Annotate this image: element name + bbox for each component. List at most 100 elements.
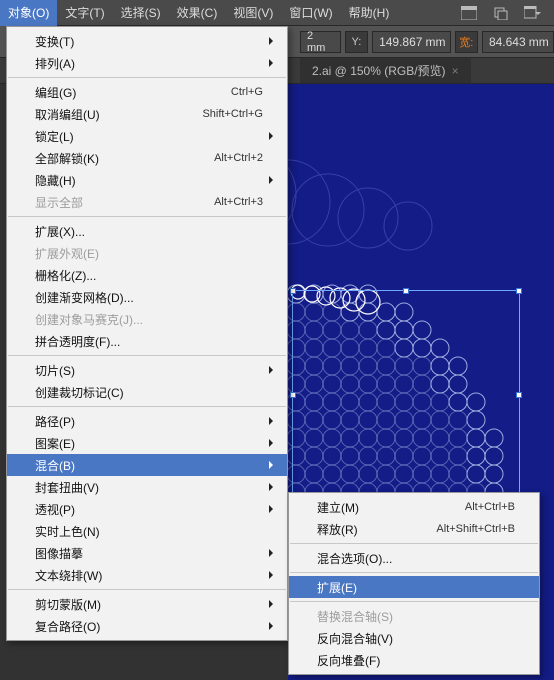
- menu-item-label: 图像描摹: [35, 545, 83, 562]
- menu-text[interactable]: 文字(T): [57, 0, 112, 26]
- menu-item-label: 隐藏(H): [35, 172, 76, 189]
- handle-tr[interactable]: [516, 288, 522, 294]
- tab-close-icon[interactable]: ×: [452, 64, 459, 78]
- menu-item-label: 扩展(E): [317, 579, 357, 596]
- blend-item-7: 替换混合轴(S): [289, 605, 539, 627]
- menu-item-label: 剪切蒙版(M): [35, 596, 101, 613]
- menu-item-label: 编组(G): [35, 84, 76, 101]
- object-item-8: 显示全部Alt+Ctrl+3: [7, 191, 287, 213]
- menu-item-label: 拼合透明度(F)...: [35, 333, 120, 350]
- menu-separator: [8, 216, 286, 217]
- blend-item-3[interactable]: 混合选项(O)...: [289, 547, 539, 569]
- object-item-1[interactable]: 排列(A): [7, 52, 287, 74]
- object-item-6[interactable]: 全部解锁(K) Alt+Ctrl+2: [7, 147, 287, 169]
- menu-item-label: 全部解锁(K): [35, 150, 99, 167]
- object-item-20[interactable]: 路径(P): [7, 410, 287, 432]
- object-item-30[interactable]: 复合路径(O): [7, 615, 287, 637]
- object-item-26[interactable]: 图像描摹: [7, 542, 287, 564]
- object-item-25[interactable]: 实时上色(N): [7, 520, 287, 542]
- menu-item-label: 取消编组(U): [35, 106, 100, 123]
- object-item-10[interactable]: 扩展(X)...: [7, 220, 287, 242]
- dropdown-icon[interactable]: [524, 4, 542, 22]
- menu-item-label: 扩展外观(E): [35, 245, 99, 262]
- menu-view[interactable]: 视图(V): [225, 0, 281, 26]
- object-item-29[interactable]: 剪切蒙版(M): [7, 593, 287, 615]
- tab-title: 2.ai @ 150% (RGB/预览): [312, 62, 446, 79]
- menu-item-label: 封套扭曲(V): [35, 479, 99, 496]
- object-item-3[interactable]: 编组(G) Ctrl+G: [7, 81, 287, 103]
- handle-mr[interactable]: [516, 392, 522, 398]
- menu-shortcut: Alt+Ctrl+B: [465, 501, 515, 513]
- object-item-12[interactable]: 栅格化(Z)...: [7, 264, 287, 286]
- object-item-22[interactable]: 混合(B): [7, 454, 287, 476]
- selection-bounds: [292, 290, 520, 500]
- blend-item-5[interactable]: 扩展(E): [289, 576, 539, 598]
- menu-item-label: 创建裁切标记(C): [35, 384, 124, 401]
- menu-separator: [8, 77, 286, 78]
- object-item-18[interactable]: 创建裁切标记(C): [7, 381, 287, 403]
- menu-shortcut: Alt+Ctrl+3: [214, 196, 263, 208]
- menu-shortcut: Ctrl+G: [231, 86, 263, 98]
- menu-select[interactable]: 选择(S): [113, 0, 169, 26]
- object-item-21[interactable]: 图案(E): [7, 432, 287, 454]
- menu-separator: [8, 355, 286, 356]
- menu-item-label: 复合路径(O): [35, 618, 100, 635]
- menu-item-label: 替换混合轴(S): [317, 608, 393, 625]
- menu-item-label: 扩展(X)...: [35, 223, 85, 240]
- menu-window[interactable]: 窗口(W): [281, 0, 340, 26]
- menu-item-label: 排列(A): [35, 55, 75, 72]
- stacked-icon[interactable]: [492, 4, 510, 22]
- object-item-17[interactable]: 切片(S): [7, 359, 287, 381]
- blend-item-0[interactable]: 建立(M) Alt+Ctrl+B: [289, 496, 539, 518]
- blend-submenu: 建立(M) Alt+Ctrl+B 释放(R) Alt+Shift+Ctrl+B 混合选项…: [288, 492, 540, 675]
- menu-item-label: 锁定(L): [35, 128, 74, 145]
- object-item-5[interactable]: 锁定(L): [7, 125, 287, 147]
- object-item-23[interactable]: 封套扭曲(V): [7, 476, 287, 498]
- menu-item-label: 变换(T): [35, 33, 74, 50]
- menu-item-label: 释放(R): [317, 521, 358, 538]
- menubar: 对象(O) 文字(T) 选择(S) 效果(C) 视图(V) 窗口(W) 帮助(H…: [0, 0, 554, 26]
- object-item-4[interactable]: 取消编组(U)Shift+Ctrl+G: [7, 103, 287, 125]
- menu-shortcut: Alt+Ctrl+2: [214, 152, 263, 164]
- w-value-field[interactable]: 84.643 mm: [482, 31, 554, 53]
- object-item-13[interactable]: 创建渐变网格(D)...: [7, 286, 287, 308]
- object-item-7[interactable]: 隐藏(H): [7, 169, 287, 191]
- blend-item-9[interactable]: 反向堆叠(F): [289, 649, 539, 671]
- handle-tm[interactable]: [403, 288, 409, 294]
- object-item-14: 创建对象马赛克(J)...: [7, 308, 287, 330]
- menu-item-label: 建立(M): [317, 499, 359, 516]
- object-item-0[interactable]: 变换(T): [7, 30, 287, 52]
- object-item-11: 扩展外观(E): [7, 242, 287, 264]
- handle-tl[interactable]: [290, 288, 296, 294]
- menu-item-label: 图案(E): [35, 435, 75, 452]
- menu-effect[interactable]: 效果(C): [169, 0, 226, 26]
- menu-item-label: 文本绕排(W): [35, 567, 102, 584]
- blend-item-8[interactable]: 反向混合轴(V): [289, 627, 539, 649]
- document-tab[interactable]: 2.ai @ 150% (RGB/预览) ×: [300, 58, 471, 83]
- x-unit-field[interactable]: 2 mm: [300, 31, 341, 53]
- menu-separator: [8, 589, 286, 590]
- menu-shortcut: Alt+Shift+Ctrl+B: [436, 523, 515, 535]
- menu-item-label: 切片(S): [35, 362, 75, 379]
- menu-item-label: 混合选项(O)...: [317, 550, 392, 567]
- menu-item-label: 实时上色(N): [35, 523, 100, 540]
- menu-item-label: 路径(P): [35, 413, 75, 430]
- menu-item-label: 创建对象马赛克(J)...: [35, 311, 143, 328]
- menu-separator: [8, 406, 286, 407]
- y-value-field[interactable]: 149.867 mm: [372, 31, 451, 53]
- menu-item-label: 反向混合轴(V): [317, 630, 393, 647]
- menu-item-label: 反向堆叠(F): [317, 652, 380, 669]
- workspace-icon[interactable]: [460, 4, 478, 22]
- object-item-15[interactable]: 拼合透明度(F)...: [7, 330, 287, 352]
- object-item-24[interactable]: 透视(P): [7, 498, 287, 520]
- menu-object[interactable]: 对象(O): [0, 0, 57, 26]
- object-item-27[interactable]: 文本绕排(W): [7, 564, 287, 586]
- menu-separator: [290, 543, 538, 544]
- menu-help[interactable]: 帮助(H): [341, 0, 398, 26]
- menu-separator: [290, 572, 538, 573]
- menu-item-label: 透视(P): [35, 501, 75, 518]
- menu-item-label: 混合(B): [35, 457, 75, 474]
- menu-item-label: 创建渐变网格(D)...: [35, 289, 134, 306]
- blend-item-1[interactable]: 释放(R) Alt+Shift+Ctrl+B: [289, 518, 539, 540]
- handle-ml[interactable]: [290, 392, 296, 398]
